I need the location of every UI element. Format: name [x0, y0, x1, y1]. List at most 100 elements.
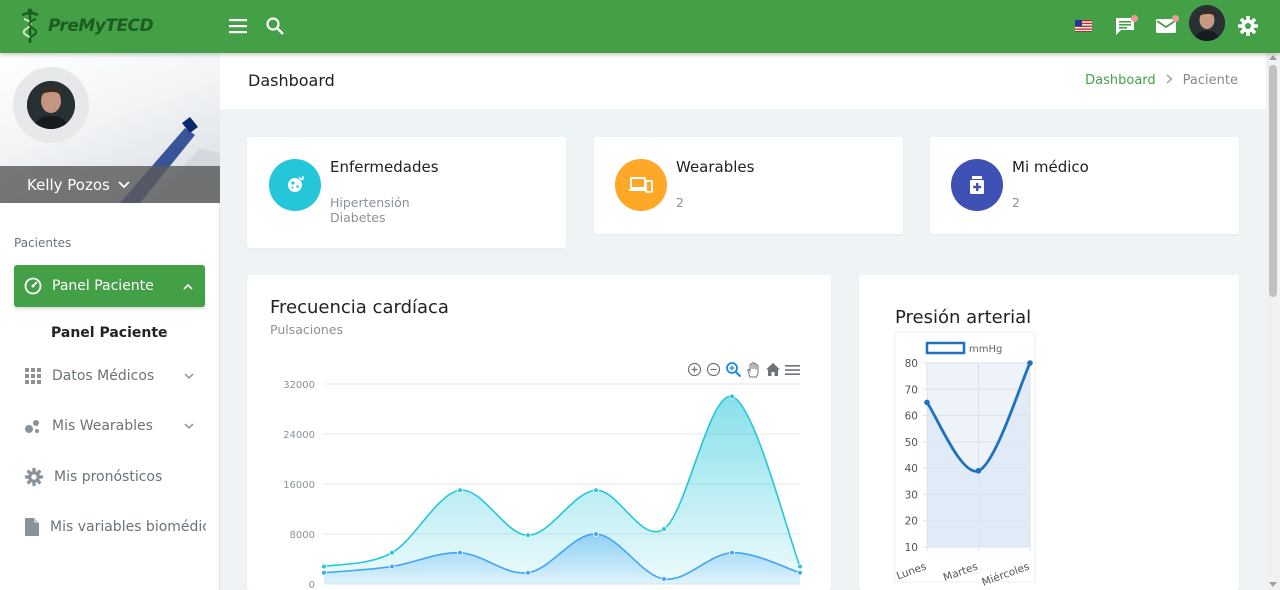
card-enfermedades[interactable]: Enfermedades Hipertensión Diabetes: [247, 137, 566, 248]
card-value: 2: [676, 195, 684, 210]
card-title: Wearables: [676, 158, 755, 176]
sidebar-item-datos-medicos[interactable]: Datos Médicos: [24, 361, 204, 391]
chat-badge: [1131, 15, 1138, 22]
chart-title: Frecuencia cardíaca: [270, 297, 449, 318]
user-avatar[interactable]: [1189, 5, 1225, 41]
caduceus-logo-icon: [21, 8, 39, 43]
section-label-pacientes: Pacientes: [14, 236, 72, 250]
page-title: Dashboard: [248, 71, 335, 90]
data-point: [593, 487, 599, 494]
mail-icon[interactable]: [1153, 13, 1179, 39]
y-tick-label: 16000: [283, 480, 315, 491]
chat-icon[interactable]: [1112, 13, 1138, 39]
sidebar-item-mis-wearables[interactable]: Mis Wearables: [24, 411, 204, 441]
card-value-list: Hipertensión Diabetes: [330, 195, 410, 225]
data-point: [797, 569, 803, 576]
sidebar-item-label: Datos Médicos: [52, 368, 155, 384]
devices-icon: [615, 159, 667, 211]
blood-pressure-chart: mmHg8070605040302010Lunes Martes Miércoles: [894, 331, 1036, 589]
legend-label: mmHg: [969, 344, 1002, 355]
data-point: [661, 526, 667, 532]
bubbles-icon: [25, 420, 39, 433]
reset-home-icon[interactable]: [765, 362, 781, 377]
series-area: [324, 533, 800, 584]
data-point: [389, 549, 395, 556]
breadcrumb-link-dashboard[interactable]: Dashboard: [1085, 73, 1156, 88]
logo-text: PreMyTECD: [48, 16, 154, 36]
data-point: [525, 569, 531, 576]
pan-hand-icon[interactable]: [746, 361, 761, 378]
menu-icon[interactable]: [226, 13, 252, 39]
data-point: [457, 487, 463, 494]
grid-icon: [25, 368, 41, 384]
us-flag-icon[interactable]: [1070, 13, 1096, 39]
data-point: [389, 563, 395, 570]
zoom-in-icon[interactable]: [687, 362, 702, 377]
series-line: [323, 533, 801, 580]
card-presion-arterial: Presión arterial mmHg 80 70 60 50 40 30 20 10 Lun…: [859, 275, 1239, 590]
search-icon[interactable]: [262, 13, 288, 39]
profile-avatar[interactable]: [27, 81, 75, 129]
breadcrumb: Dashboard Paciente: [1085, 73, 1238, 88]
scroll-thumb[interactable]: [1269, 65, 1277, 297]
data-point: [525, 532, 531, 539]
y-tick-label: 40: [905, 463, 918, 475]
chevron-right-icon: [1166, 73, 1173, 88]
sidebar: Kelly Pozos Pacientes Panel Paciente Pan…: [0, 53, 220, 590]
chart-subtitle: Pulsaciones: [270, 322, 344, 337]
data-point: [797, 563, 803, 570]
virus-icon: [269, 159, 321, 211]
sidebar-item-label: Panel Paciente: [52, 278, 154, 294]
data-point: [924, 399, 930, 406]
sidebar-item-panel-paciente[interactable]: Panel Paciente: [14, 265, 205, 307]
card-title: Enfermedades: [330, 158, 439, 176]
y-tick-label: 50: [905, 437, 918, 449]
data-point: [321, 563, 327, 570]
mail-badge: [1172, 15, 1179, 22]
data-point: [457, 549, 463, 556]
data-point: [975, 467, 982, 474]
sidebar-item-mis-pronosticos[interactable]: Mis pronósticos: [24, 462, 204, 492]
chevron-up-icon: [183, 283, 193, 290]
scroll-down-arrow[interactable]: [1269, 582, 1277, 587]
page-header: Dashboard Dashboard Paciente: [220, 53, 1266, 109]
y-tick-label: 20: [905, 516, 918, 528]
app-logo[interactable]: PreMyTECD: [16, 6, 154, 46]
card-mi-medico[interactable]: Mi médico 2: [930, 137, 1239, 234]
y-tick-label: 24000: [283, 430, 315, 441]
profile-name-dropdown[interactable]: Kelly Pozos: [0, 166, 220, 203]
card-wearables[interactable]: Wearables 2: [594, 137, 903, 234]
y-tick-label: 30: [905, 489, 918, 501]
data-point: [1027, 360, 1033, 366]
zoom-out-icon[interactable]: [706, 362, 721, 377]
y-tick-label: 32000: [283, 380, 315, 391]
data-point: [593, 531, 599, 537]
chevron-down-icon: [118, 180, 130, 188]
chart-menu-icon[interactable]: [785, 364, 801, 376]
y-tick-label: 0: [309, 580, 315, 590]
y-tick-label: 10: [905, 542, 918, 554]
data-point: [661, 576, 667, 582]
chevron-down-icon: [184, 422, 194, 429]
series-area: [324, 396, 800, 584]
breadcrumb-current: Paciente: [1182, 73, 1238, 88]
profile-banner: Kelly Pozos: [0, 53, 220, 203]
sidebar-item-mis-variables[interactable]: Mis variables biomédicas: [24, 512, 206, 542]
chart-toolbar: [687, 361, 801, 378]
scroll-up-arrow[interactable]: [1269, 55, 1277, 60]
chevron-down-icon: [184, 372, 194, 379]
sidebar-item-label: Mis pronósticos: [54, 469, 163, 485]
sidebar-item-label: Mis variables biomédicas: [50, 519, 206, 535]
disease-diabetes: Diabetes: [330, 210, 386, 225]
y-tick-label: 8000: [290, 530, 315, 541]
profile-name: Kelly Pozos: [27, 175, 110, 194]
page-scrollbar[interactable]: [1266, 53, 1280, 590]
medicine-icon: [951, 159, 1003, 211]
y-tick-label: 80: [905, 358, 918, 370]
selection-zoom-icon[interactable]: [725, 361, 742, 378]
gear-icon: [24, 467, 44, 487]
sidebar-subitem-panel-paciente[interactable]: Panel Paciente: [51, 325, 168, 341]
settings-icon[interactable]: [1235, 13, 1261, 39]
data-point: [729, 549, 735, 556]
y-tick-label: 60: [905, 411, 918, 423]
